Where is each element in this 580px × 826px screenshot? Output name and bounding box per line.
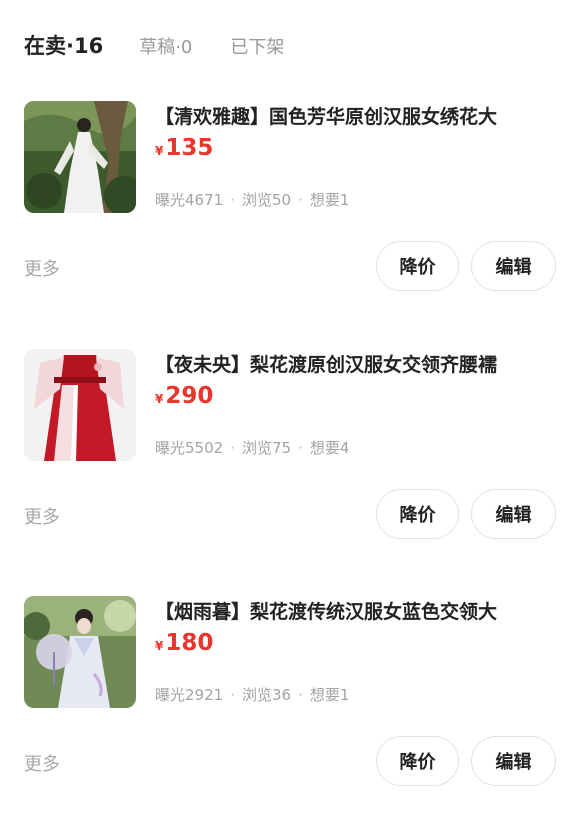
exposure-count: 曝光4671 bbox=[155, 191, 224, 209]
view-count: 浏览75 bbox=[241, 439, 292, 457]
want-count: 想要4 bbox=[309, 439, 350, 457]
more-button[interactable]: 更多 bbox=[24, 255, 60, 281]
reduce-price-button[interactable]: 降价 bbox=[376, 489, 459, 539]
product-stats: 曝光5502 · 浏览75 · 想要4 bbox=[155, 437, 349, 458]
product-price: ¥180 bbox=[155, 630, 213, 656]
product-stats: 曝光4671 · 浏览50 · 想要1 bbox=[155, 189, 349, 210]
list-item[interactable]: 【烟雨暮】梨花渡传统汉服女蓝色交领大 ¥180 曝光2921 · 浏览36 · 想要1 … bbox=[0, 596, 580, 826]
separator-dot: · bbox=[230, 686, 235, 704]
separator-dot: · bbox=[298, 686, 303, 704]
price-value: 290 bbox=[165, 383, 214, 409]
view-count: 浏览50 bbox=[241, 191, 292, 209]
edit-button[interactable]: 编辑 bbox=[471, 736, 556, 786]
separator-dot: · bbox=[230, 191, 235, 209]
product-price: ¥290 bbox=[155, 383, 213, 409]
want-count: 想要1 bbox=[309, 191, 350, 209]
product-title[interactable]: 【夜未央】梨花渡原创汉服女交领齐腰襦 bbox=[155, 351, 555, 379]
separator-dot: · bbox=[298, 191, 303, 209]
list-item[interactable]: 【清欢雅趣】国色芳华原创汉服女绣花大 ¥135 曝光4671 · 浏览50 · 想要1 … bbox=[0, 101, 580, 331]
status-tabs: 在卖·16 草稿·0 已下架 bbox=[24, 30, 322, 64]
price-value: 180 bbox=[165, 630, 214, 656]
product-image[interactable] bbox=[24, 596, 136, 708]
separator-dot: · bbox=[298, 439, 303, 457]
currency-symbol: ¥ bbox=[155, 144, 164, 158]
more-button[interactable]: 更多 bbox=[24, 503, 60, 529]
more-button[interactable]: 更多 bbox=[24, 750, 60, 776]
price-value: 135 bbox=[165, 135, 214, 161]
edit-button[interactable]: 编辑 bbox=[471, 489, 556, 539]
reduce-price-button[interactable]: 降价 bbox=[376, 736, 459, 786]
tab-on-sale[interactable]: 在卖·16 bbox=[24, 30, 103, 60]
product-image[interactable] bbox=[24, 349, 136, 461]
separator-dot: · bbox=[230, 439, 235, 457]
view-count: 浏览36 bbox=[241, 686, 292, 704]
exposure-count: 曝光2921 bbox=[155, 686, 224, 704]
product-price: ¥135 bbox=[155, 135, 213, 161]
currency-symbol: ¥ bbox=[155, 639, 164, 653]
currency-symbol: ¥ bbox=[155, 392, 164, 406]
product-title[interactable]: 【烟雨暮】梨花渡传统汉服女蓝色交领大 bbox=[155, 598, 555, 626]
tab-drafts[interactable]: 草稿·0 bbox=[139, 33, 192, 59]
exposure-count: 曝光5502 bbox=[155, 439, 224, 457]
product-stats: 曝光2921 · 浏览36 · 想要1 bbox=[155, 684, 349, 705]
edit-button[interactable]: 编辑 bbox=[471, 241, 556, 291]
want-count: 想要1 bbox=[309, 686, 350, 704]
product-image[interactable] bbox=[24, 101, 136, 213]
product-title[interactable]: 【清欢雅趣】国色芳华原创汉服女绣花大 bbox=[155, 103, 555, 131]
list-item[interactable]: 【夜未央】梨花渡原创汉服女交领齐腰襦 ¥290 曝光5502 · 浏览75 · 想要4 … bbox=[0, 349, 580, 579]
reduce-price-button[interactable]: 降价 bbox=[376, 241, 459, 291]
tab-delisted[interactable]: 已下架 bbox=[230, 33, 284, 59]
